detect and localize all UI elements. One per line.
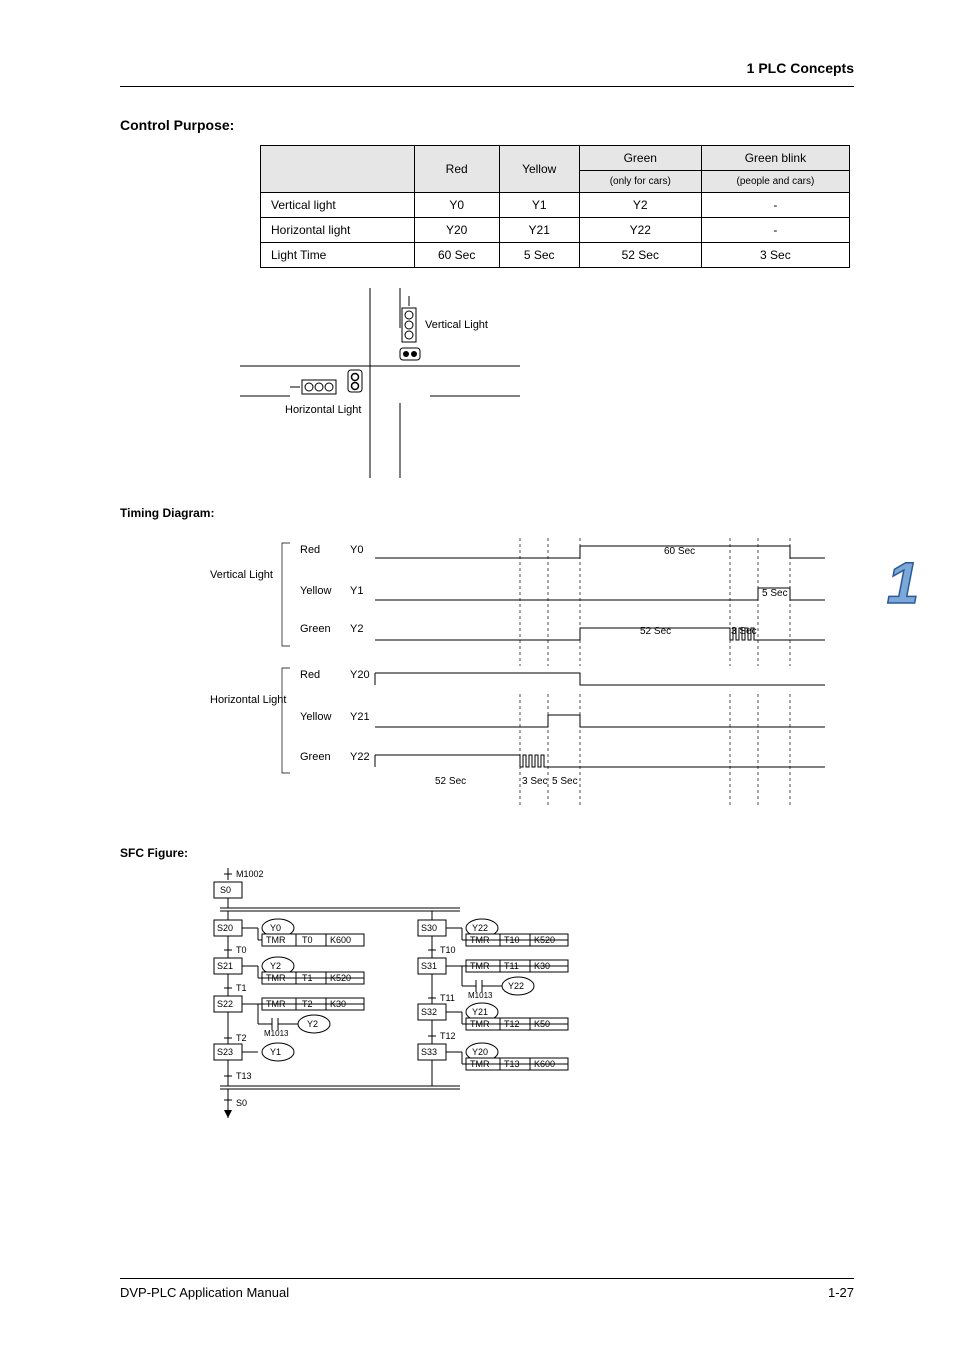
svg-text:S21: S21	[217, 961, 233, 971]
svg-text:Y2: Y2	[307, 1019, 318, 1029]
svg-text:S0: S0	[220, 885, 231, 895]
col-green-blink: Green blink	[701, 146, 849, 171]
svg-text:Y21: Y21	[350, 711, 370, 723]
col-green: Green	[579, 146, 701, 171]
col-green-blink-sub: (people and cars)	[701, 171, 849, 193]
svg-text:3 Sec: 3 Sec	[731, 626, 757, 637]
svg-text:S0: S0	[236, 1098, 247, 1108]
page-header: 1 PLC Concepts	[747, 60, 854, 76]
svg-text:Green: Green	[300, 751, 331, 763]
timing-diagram: Vertical Light Horizontal Light Red Y0 Y…	[210, 528, 830, 818]
svg-text:Y0: Y0	[270, 923, 281, 933]
svg-text:S31: S31	[421, 961, 437, 971]
svg-text:Y2: Y2	[270, 961, 281, 971]
svg-text:Vertical Light: Vertical Light	[425, 319, 488, 331]
svg-text:52 Sec: 52 Sec	[640, 626, 671, 637]
svg-text:Vertical Light: Vertical Light	[210, 569, 273, 581]
chapter-number: 1	[887, 550, 919, 617]
svg-text:T0: T0	[236, 945, 247, 955]
footer-text: DVP-PLC Application Manual	[120, 1285, 289, 1300]
svg-text:Horizontal Light: Horizontal Light	[285, 404, 361, 416]
svg-text:T11: T11	[440, 993, 455, 1003]
svg-text:Y22: Y22	[508, 981, 524, 991]
page-footer: DVP-PLC Application Manual 1-27	[120, 1278, 854, 1300]
svg-text:T0: T0	[302, 935, 313, 945]
svg-text:5 Sec: 5 Sec	[762, 588, 788, 599]
svg-text:Yellow: Yellow	[300, 711, 331, 723]
svg-text:M1002: M1002	[236, 869, 264, 879]
svg-text:Red: Red	[300, 544, 320, 556]
svg-text:T12: T12	[440, 1031, 456, 1041]
svg-text:T1: T1	[236, 983, 247, 993]
table-row: Light Time 60 Sec 5 Sec 52 Sec 3 Sec	[261, 243, 850, 268]
svg-text:T2: T2	[236, 1033, 247, 1043]
svg-text:Y21: Y21	[472, 1007, 488, 1017]
svg-text:Red: Red	[300, 669, 320, 681]
svg-text:TMR: TMR	[266, 935, 286, 945]
svg-text:S20: S20	[217, 923, 233, 933]
svg-text:60 Sec: 60 Sec	[664, 546, 695, 557]
svg-text:52 Sec: 52 Sec	[435, 776, 466, 787]
svg-text:Horizontal Light: Horizontal Light	[210, 694, 286, 706]
timing-diagram-title: Timing Diagram:	[120, 506, 854, 520]
table-row: Horizontal light Y20 Y21 Y22 -	[261, 218, 850, 243]
col-red: Red	[414, 146, 499, 193]
sfc-figure-title: SFC Figure:	[120, 846, 854, 860]
col-yellow: Yellow	[499, 146, 579, 193]
svg-text:T13: T13	[236, 1071, 252, 1081]
svg-text:Y22: Y22	[472, 923, 488, 933]
svg-text:Y2: Y2	[350, 623, 363, 635]
control-purpose-title: Control Purpose:	[120, 117, 854, 133]
svg-text:M1013: M1013	[468, 991, 493, 1000]
svg-text:Y22: Y22	[350, 751, 370, 763]
svg-text:S30: S30	[421, 923, 437, 933]
svg-text:K600: K600	[330, 935, 351, 945]
table-row: Vertical light Y0 Y1 Y2 -	[261, 193, 850, 218]
footer-page-number: 1-27	[828, 1285, 854, 1300]
svg-text:S23: S23	[217, 1047, 233, 1057]
svg-text:M1013: M1013	[264, 1029, 289, 1038]
svg-text:Y1: Y1	[270, 1047, 281, 1057]
svg-text:T10: T10	[440, 945, 456, 955]
svg-text:Green: Green	[300, 623, 331, 635]
svg-text:5 Sec: 5 Sec	[552, 776, 578, 787]
sfc-diagram: M1002 S0 S20 Y0 TMR T0 K600 T0 S21 Y2	[200, 868, 760, 1148]
svg-text:S22: S22	[217, 999, 233, 1009]
svg-text:Y20: Y20	[350, 669, 370, 681]
svg-text:Y0: Y0	[350, 544, 363, 556]
col-green-sub: (only for cars)	[579, 171, 701, 193]
svg-text:Yellow: Yellow	[300, 585, 331, 597]
svg-text:S32: S32	[421, 1007, 437, 1017]
svg-text:Y20: Y20	[472, 1047, 488, 1057]
svg-text:Y1: Y1	[350, 585, 363, 597]
svg-text:S33: S33	[421, 1047, 437, 1057]
intersection-diagram: Vertical Light Horizontal Light	[240, 288, 520, 478]
svg-text:3 Sec: 3 Sec	[522, 776, 548, 787]
lights-table: Red Yellow Green Green blink (only for c…	[260, 145, 850, 268]
